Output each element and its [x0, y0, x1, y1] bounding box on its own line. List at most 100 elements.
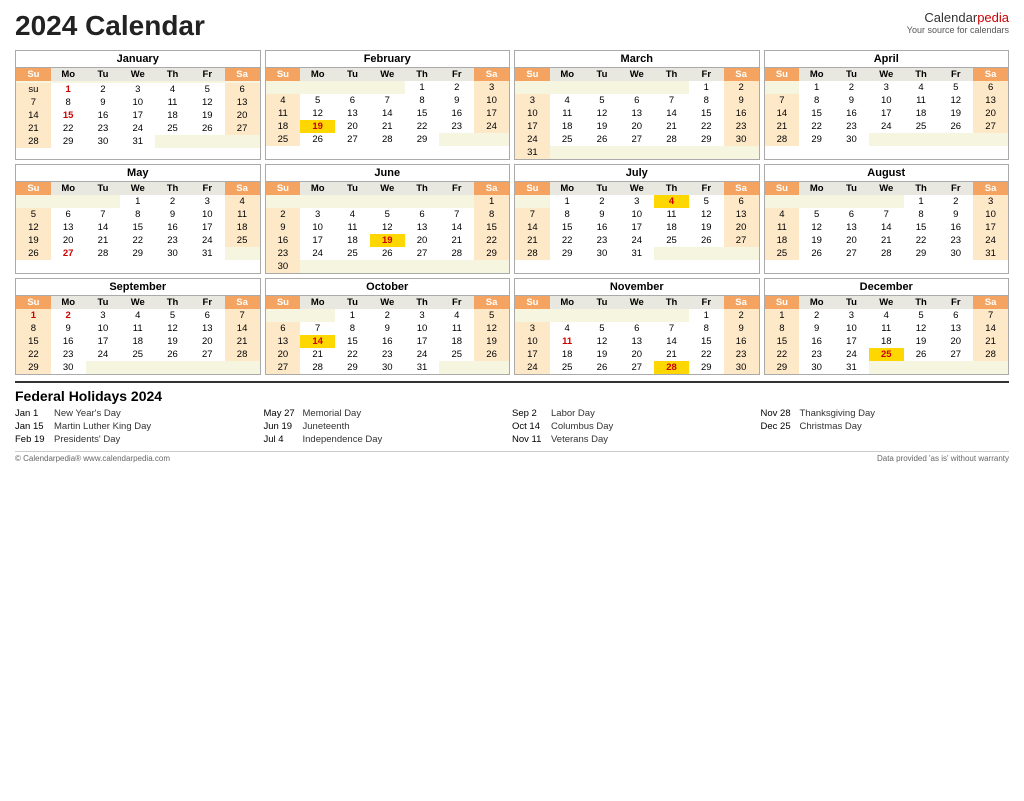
cal-day: 14	[86, 221, 121, 234]
cal-day: 23	[86, 122, 121, 135]
day-header-mo: Mo	[799, 182, 834, 195]
cal-day: 14	[654, 107, 689, 120]
cal-day: 24	[515, 133, 550, 146]
cal-day	[335, 195, 370, 208]
cal-day	[869, 195, 904, 208]
cal-day: 24	[474, 120, 509, 133]
cal-day: 26	[938, 120, 973, 133]
cal-day: 5	[16, 208, 51, 221]
cal-day: 28	[300, 361, 335, 374]
cal-day	[550, 81, 585, 94]
cal-day: 3	[515, 322, 550, 335]
cal-day	[619, 146, 654, 159]
day-header-fr: Fr	[190, 296, 225, 309]
cal-day	[405, 260, 440, 273]
day-header-su: Su	[515, 296, 550, 309]
cal-day: 9	[370, 322, 405, 335]
cal-day: 2	[724, 81, 759, 94]
cal-day: 20	[51, 234, 86, 247]
cal-day: 20	[619, 120, 654, 133]
day-header-fr: Fr	[938, 296, 973, 309]
cal-day: 23	[799, 348, 834, 361]
cal-day	[654, 146, 689, 159]
cal-day: 11	[120, 322, 155, 335]
cal-day: 15	[16, 335, 51, 348]
cal-day: 23	[51, 348, 86, 361]
cal-day: 14	[225, 322, 260, 335]
cal-day: 10	[869, 94, 904, 107]
cal-day	[654, 247, 689, 260]
cal-day: 28	[973, 348, 1008, 361]
cal-day: 20	[619, 348, 654, 361]
cal-day: 30	[155, 247, 190, 260]
cal-day: 9	[266, 221, 301, 234]
cal-day: 11	[654, 208, 689, 221]
cal-day: 6	[51, 208, 86, 221]
cal-day: 16	[155, 221, 190, 234]
cal-day: 7	[973, 309, 1008, 322]
day-header-su: Su	[765, 296, 800, 309]
cal-day: 15	[765, 335, 800, 348]
holiday-row: Jul 4 Independence Day	[264, 434, 513, 445]
cal-day	[86, 195, 121, 208]
cal-day: 5	[155, 309, 190, 322]
cal-day: 22	[335, 348, 370, 361]
cal-day	[585, 146, 620, 159]
cal-day: 28	[515, 247, 550, 260]
cal-day: 2	[938, 195, 973, 208]
cal-day: 18	[550, 120, 585, 133]
cal-day: 10	[120, 96, 155, 109]
day-header-mo: Mo	[550, 182, 585, 195]
cal-day: 2	[266, 208, 301, 221]
cal-day	[904, 133, 939, 146]
cal-day: 30	[724, 133, 759, 146]
cal-day: 11	[869, 322, 904, 335]
cal-day: 1	[689, 309, 724, 322]
holiday-name: Presidents' Day	[54, 434, 120, 445]
cal-day: 8	[474, 208, 509, 221]
cal-day	[190, 361, 225, 374]
day-header-th: Th	[654, 296, 689, 309]
cal-day: 19	[938, 107, 973, 120]
cal-day: 8	[799, 94, 834, 107]
cal-day	[973, 361, 1008, 374]
month-title: July	[515, 165, 759, 182]
cal-day	[266, 81, 301, 94]
day-header-sa: Sa	[973, 182, 1008, 195]
cal-day: 1	[16, 309, 51, 322]
cal-day: 9	[724, 94, 759, 107]
cal-day: 30	[834, 133, 869, 146]
cal-day: 13	[51, 221, 86, 234]
cal-day: 12	[155, 322, 190, 335]
cal-day: 3	[405, 309, 440, 322]
day-header-tu: Tu	[86, 68, 121, 81]
day-header-fr: Fr	[938, 68, 973, 81]
calendars-grid: JanuarySuMoTuWeThFrSasu12345678910111213…	[15, 50, 1009, 375]
day-header-th: Th	[654, 68, 689, 81]
month-december: DecemberSuMoTuWeThFrSa123456789101112131…	[764, 278, 1010, 375]
cal-day: 29	[689, 361, 724, 374]
day-header-sa: Sa	[225, 182, 260, 195]
cal-day: 9	[724, 322, 759, 335]
cal-day: 26	[585, 361, 620, 374]
cal-day: 30	[51, 361, 86, 374]
cal-day: 25	[869, 348, 904, 361]
day-header-we: We	[370, 182, 405, 195]
day-header-fr: Fr	[689, 68, 724, 81]
cal-day: 12	[300, 107, 335, 120]
cal-day	[155, 361, 190, 374]
day-header-th: Th	[904, 68, 939, 81]
cal-day: 4	[266, 94, 301, 107]
cal-day: 4	[155, 83, 190, 96]
cal-day	[654, 309, 689, 322]
cal-day: 27	[51, 247, 86, 260]
cal-day: 9	[86, 96, 121, 109]
cal-day	[155, 135, 190, 148]
holiday-row: Oct 14 Columbus Day	[512, 421, 761, 432]
cal-day: 21	[300, 348, 335, 361]
month-september: SeptemberSuMoTuWeThFrSa12345678910111213…	[15, 278, 261, 375]
cal-day: 7	[370, 94, 405, 107]
cal-day: 22	[405, 120, 440, 133]
cal-day: 15	[474, 221, 509, 234]
cal-day: 29	[16, 361, 51, 374]
